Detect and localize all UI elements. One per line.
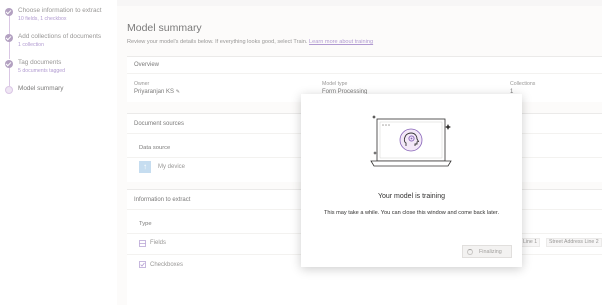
spinner-icon	[467, 249, 473, 255]
finalizing-button[interactable]: Finalizing	[462, 245, 512, 258]
training-dialog: Your model is training This may take a w…	[301, 94, 522, 267]
laptop-training-illustration	[370, 115, 452, 167]
dialog-title: Your model is training	[377, 193, 446, 200]
dialog-message: This may take a while. You can close thi…	[323, 210, 500, 216]
finalizing-label: Finalizing	[479, 249, 502, 255]
